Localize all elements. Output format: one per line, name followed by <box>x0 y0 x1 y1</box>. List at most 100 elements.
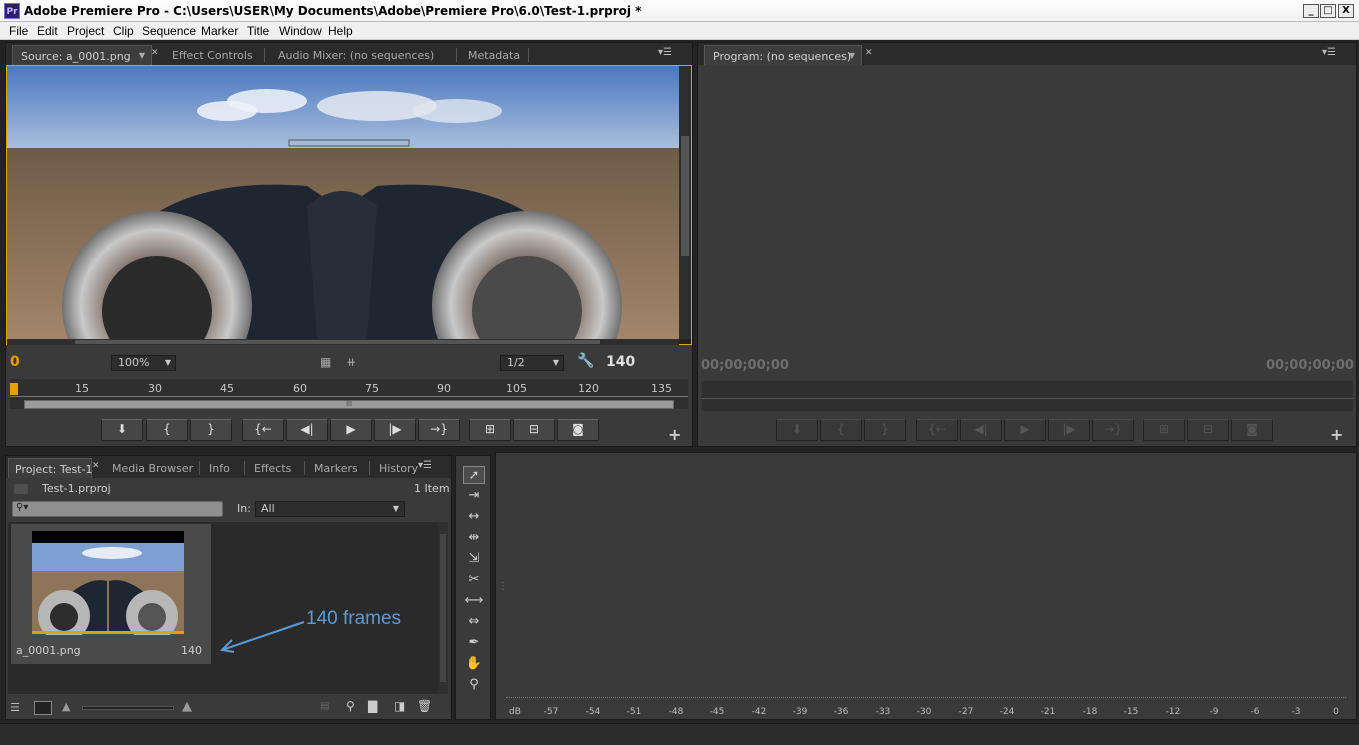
panel-menu-icon[interactable]: ▾☰ <box>658 47 672 58</box>
export-frame-camera-icon[interactable]: ◙ <box>1231 419 1273 441</box>
step-forward-button[interactable]: |▶ <box>1048 419 1090 441</box>
trash-icon[interactable]: 🗑 <box>417 699 432 713</box>
hand-tool-icon[interactable]: ✋ <box>463 655 485 673</box>
icon-view-icon[interactable] <box>34 701 52 715</box>
zoom-out-small-icon[interactable]: ▲ <box>62 700 70 713</box>
playhead-marker[interactable] <box>10 383 18 395</box>
close-tab-icon[interactable]: ✕ <box>92 461 100 471</box>
zoom-in-large-icon[interactable]: ▲ <box>182 699 192 714</box>
program-time-ruler[interactable] <box>702 381 1353 411</box>
tab-program[interactable]: Program: (no sequences) ▼ <box>704 45 862 65</box>
tab-effect-controls[interactable]: Effect Controls <box>164 45 261 65</box>
tab-effects[interactable]: Effects <box>246 458 299 478</box>
zoom-tool-icon[interactable]: ⚲ <box>463 676 485 694</box>
play-button[interactable]: ▶ <box>1004 419 1046 441</box>
viewer-horizontal-scrollbar[interactable] <box>7 339 679 345</box>
go-to-out-button[interactable]: →} <box>418 419 460 441</box>
program-monitor-viewer[interactable] <box>698 65 1356 355</box>
tab-project[interactable]: Project: Test-1 <box>8 458 92 478</box>
search-input[interactable]: ⚲▾ <box>12 501 223 517</box>
close-tab-icon[interactable]: ✕ <box>865 48 873 58</box>
maximize-button[interactable]: □ <box>1320 4 1336 18</box>
lift-button[interactable]: ⊞ <box>1143 419 1185 441</box>
source-monitor-viewer[interactable] <box>6 65 692 345</box>
in-filter-dropdown[interactable]: All ▼ <box>255 501 405 517</box>
chevron-down-icon[interactable]: ▼ <box>849 51 855 60</box>
viewer-vertical-scrollbar[interactable] <box>679 66 691 339</box>
mark-out-button[interactable]: } <box>864 419 906 441</box>
zoom-dropdown[interactable]: 100% ▼ <box>111 355 176 371</box>
close-tab-icon[interactable]: ✕ <box>151 48 159 58</box>
minimize-button[interactable]: _ <box>1303 4 1319 18</box>
panel-menu-icon[interactable]: ▾☰ <box>418 460 432 471</box>
list-view-icon[interactable]: ☰ <box>10 701 20 714</box>
panel-menu-icon[interactable]: ▾☰ <box>1322 47 1336 58</box>
step-back-button[interactable]: ◀| <box>960 419 1002 441</box>
slip-tool-icon[interactable]: ⟷ <box>463 592 485 610</box>
clip-thumbnail-card[interactable]: a_0001.png 140 <box>11 524 211 664</box>
export-frame-camera-icon[interactable]: ◙ <box>557 419 599 441</box>
current-frame-readout[interactable]: 0 <box>10 354 20 370</box>
tab-markers[interactable]: Markers <box>306 458 366 478</box>
go-to-in-button[interactable]: {← <box>916 419 958 441</box>
tab-audio-mixer[interactable]: Audio Mixer: (no sequences) <box>270 45 442 65</box>
play-button[interactable]: ▶ <box>330 419 372 441</box>
zoom-scroll-bar[interactable]: lll <box>24 400 674 409</box>
wrench-settings-icon[interactable]: 🔧 <box>577 353 594 369</box>
mark-out-button[interactable]: } <box>190 419 232 441</box>
drag-audio-icon[interactable]: ⧺ <box>346 355 356 369</box>
step-forward-button[interactable]: |▶ <box>374 419 416 441</box>
menu-title[interactable]: Title <box>247 24 269 38</box>
menu-project[interactable]: Project <box>67 24 104 38</box>
tab-metadata[interactable]: Metadata <box>460 45 528 65</box>
insert-button[interactable]: ⊞ <box>469 419 511 441</box>
add-marker-button[interactable]: ⬇ <box>776 419 818 441</box>
go-to-out-button[interactable]: →} <box>1092 419 1134 441</box>
menu-help[interactable]: Help <box>328 24 353 38</box>
close-window-button[interactable]: X <box>1338 4 1354 18</box>
menu-file[interactable]: File <box>9 24 28 38</box>
thumbnail-size-slider[interactable] <box>82 706 174 710</box>
menu-window[interactable]: Window <box>279 24 322 38</box>
new-bin-folder-icon[interactable]: ▇ <box>368 699 377 713</box>
window-title: Adobe Premiere Pro - C:\Users\USER\My Do… <box>24 4 642 18</box>
automate-to-sequence-icon[interactable]: ▤ <box>320 701 329 712</box>
tab-media-browser[interactable]: Media Browser <box>104 458 201 478</box>
step-back-button[interactable]: ◀| <box>286 419 328 441</box>
razor-tool-icon[interactable]: ✂ <box>463 571 485 589</box>
go-to-in-button[interactable]: {← <box>242 419 284 441</box>
add-marker-button[interactable]: ⬇ <box>101 419 143 441</box>
mark-in-button[interactable]: { <box>146 419 188 441</box>
panel-resize-grip[interactable]: ⋮ <box>498 581 508 592</box>
menu-clip[interactable]: Clip <box>113 24 134 38</box>
overwrite-button[interactable]: ⊟ <box>513 419 555 441</box>
ripple-edit-tool-icon[interactable]: ↔ <box>463 508 485 526</box>
slide-tool-icon[interactable]: ⇔ <box>463 613 485 631</box>
pen-tool-icon[interactable]: ✒ <box>463 634 485 652</box>
audio-meter-ticks <box>506 697 1346 703</box>
meter-label: -36 <box>833 707 849 717</box>
new-item-icon[interactable]: ◨ <box>394 699 405 713</box>
program-timecode-current[interactable]: 00;00;00;00 <box>701 358 789 373</box>
tab-program-label: Program: (no sequences) <box>713 50 852 63</box>
resolution-dropdown[interactable]: 1/2 ▼ <box>500 355 564 371</box>
tab-source[interactable]: Source: a_0001.png ▼ <box>12 45 152 65</box>
bin-scrollbar[interactable] <box>438 522 448 694</box>
chevron-down-icon[interactable]: ▼ <box>139 51 145 60</box>
rate-stretch-tool-icon[interactable]: ⇲ <box>463 550 485 568</box>
track-select-tool-icon[interactable]: ⇥ <box>463 487 485 505</box>
rolling-edit-tool-icon[interactable]: ⇹ <box>463 529 485 547</box>
extract-button[interactable]: ⊟ <box>1187 419 1229 441</box>
drag-video-icon[interactable]: ▦ <box>320 355 331 369</box>
selection-tool-icon[interactable]: ➚ <box>463 466 485 484</box>
meter-label: -42 <box>751 707 767 717</box>
tab-info[interactable]: Info <box>201 458 238 478</box>
button-editor-plus-icon[interactable]: + <box>668 425 681 444</box>
menu-marker[interactable]: Marker <box>201 24 238 38</box>
source-time-ruler[interactable]: 15 30 45 60 75 90 105 120 135 lll <box>10 379 688 409</box>
mark-in-button[interactable]: { <box>820 419 862 441</box>
menu-edit[interactable]: Edit <box>37 24 58 38</box>
button-editor-plus-icon[interactable]: + <box>1330 425 1343 444</box>
find-icon[interactable]: ⚲ <box>346 699 355 713</box>
menu-sequence[interactable]: Sequence <box>142 24 196 38</box>
